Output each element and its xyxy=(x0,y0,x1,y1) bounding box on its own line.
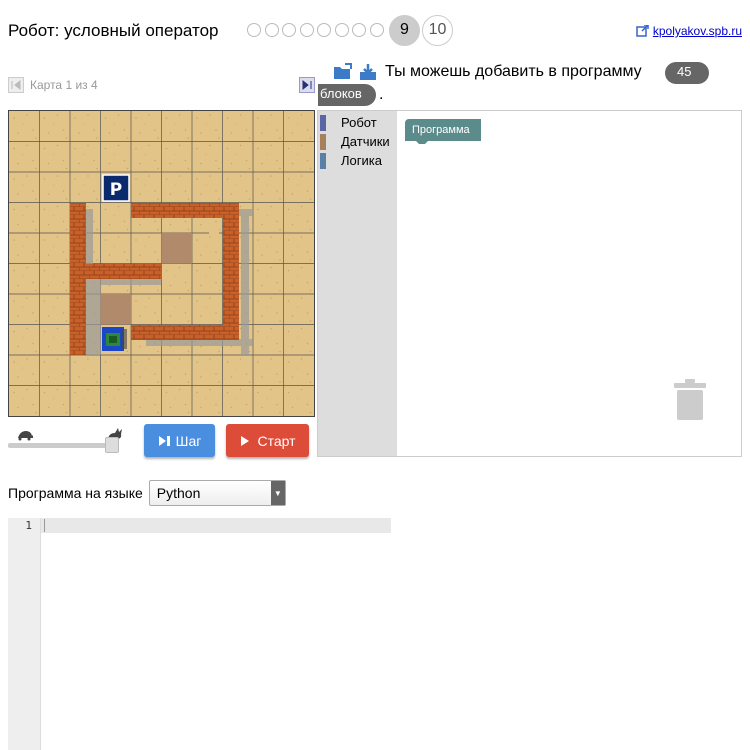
program-block[interactable]: Программа xyxy=(405,119,481,141)
category-color-bar xyxy=(320,152,326,169)
step-button-label: Шаг xyxy=(175,432,202,449)
level-selector: 9 10 xyxy=(247,14,453,46)
start-button[interactable]: Старт xyxy=(226,424,309,457)
editor-gutter xyxy=(8,518,41,750)
open-folder-icon[interactable] xyxy=(333,63,353,81)
level-dot[interactable] xyxy=(282,23,296,37)
level-dot[interactable] xyxy=(334,23,349,37)
parking-label: P xyxy=(110,180,122,200)
category-label: Датчики xyxy=(341,134,390,149)
category-color-bar xyxy=(320,114,326,131)
trash-icon[interactable] xyxy=(674,379,706,426)
dirty-cell xyxy=(100,294,131,325)
step-icon xyxy=(158,435,170,446)
blocks-info: Ты можешь добавить в программу xyxy=(333,63,642,81)
category-color-bar xyxy=(320,133,326,150)
site-link[interactable]: kpolyakov.spb.ru xyxy=(636,24,742,38)
blocks-count-badge: 45 xyxy=(665,62,710,84)
toolbox-category-sensors[interactable]: Датчики xyxy=(318,132,397,151)
map-navigation: Карта 1 из 4 xyxy=(8,77,315,94)
level-dot[interactable] xyxy=(317,23,331,37)
dirty-cell xyxy=(161,233,192,264)
page-title: Робот: условный оператор xyxy=(8,21,219,40)
step-button[interactable]: Шаг xyxy=(144,424,215,457)
line-number: 1 xyxy=(25,519,32,532)
external-link-icon xyxy=(636,25,649,37)
level-dot[interactable] xyxy=(264,23,279,37)
level-dot[interactable] xyxy=(352,23,366,37)
block-notch xyxy=(415,140,429,144)
level-10-button[interactable]: 10 xyxy=(422,14,453,46)
language-row: Программа на языке Python ▼ xyxy=(8,480,286,506)
level-dot[interactable] xyxy=(369,23,384,37)
double-left-arrow-icon xyxy=(11,79,21,91)
toolbox-category-robot[interactable]: Робот xyxy=(318,113,397,132)
blockly-workspace[interactable]: Робот Датчики Логика Программа xyxy=(317,110,742,457)
double-right-arrow-icon xyxy=(302,79,312,91)
save-icon[interactable] xyxy=(359,63,377,81)
prev-map-button[interactable] xyxy=(8,77,24,93)
site-link-label: kpolyakov.spb.ru xyxy=(652,24,742,38)
chevron-down-icon: ▼ xyxy=(270,481,285,505)
editor-cursor xyxy=(44,519,45,532)
robot-field: P xyxy=(8,110,315,417)
robot xyxy=(102,327,127,351)
language-label: Программа на языке xyxy=(8,485,143,501)
category-label: Логика xyxy=(341,153,382,168)
language-selected: Python xyxy=(156,485,201,501)
field-map: P xyxy=(9,111,314,416)
language-select[interactable]: Python ▼ xyxy=(148,480,286,506)
level-dot[interactable] xyxy=(247,23,261,37)
speed-slider-thumb[interactable] xyxy=(105,437,119,453)
next-map-button[interactable] xyxy=(299,77,315,93)
code-editor[interactable]: 1 xyxy=(8,518,391,750)
level-dot[interactable] xyxy=(299,23,314,37)
blocks-info-suffix: . xyxy=(379,86,384,103)
level-9-button[interactable]: 9 xyxy=(389,14,420,46)
play-icon xyxy=(241,435,250,446)
toolbox: Робот Датчики Логика xyxy=(318,111,397,456)
speed-slider[interactable] xyxy=(8,443,113,448)
blocks-word-badge: блоков xyxy=(318,84,376,106)
start-button-label: Старт xyxy=(257,432,296,449)
blocks-info-prefix: Ты можешь добавить в программу xyxy=(385,63,642,80)
map-label: Карта 1 из 4 xyxy=(30,78,98,92)
editor-active-line[interactable] xyxy=(41,518,391,533)
category-label: Робот xyxy=(341,115,377,130)
toolbox-category-logic[interactable]: Логика xyxy=(318,151,397,170)
